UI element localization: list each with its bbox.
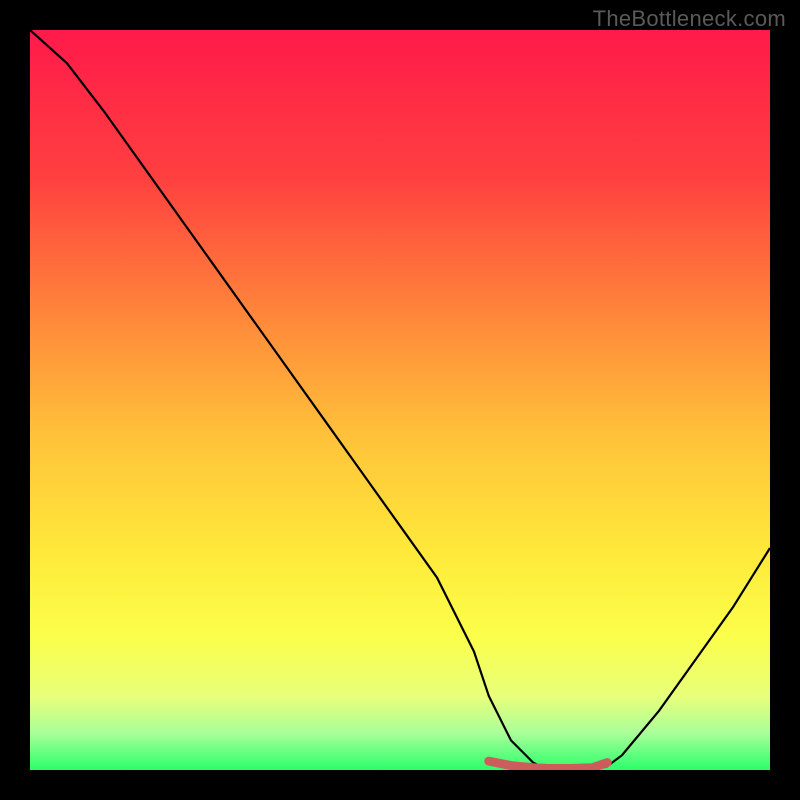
chart-container [30, 30, 770, 770]
chart-background [30, 30, 770, 770]
watermark-text: TheBottleneck.com [593, 6, 786, 32]
